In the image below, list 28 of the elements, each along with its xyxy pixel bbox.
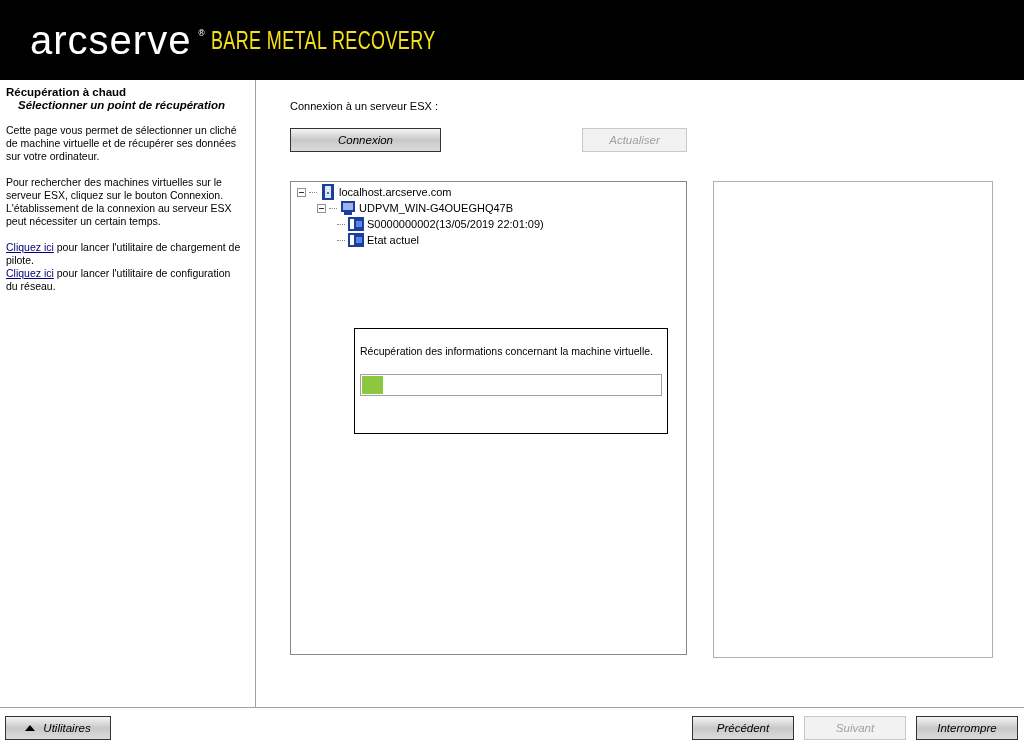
sidebar-subtitle: Sélectionner un point de récupération (17, 99, 227, 112)
help-text: Cliquez ici pour lancer l'utilitaire de configuration du réseau. (6, 267, 232, 293)
wizard-nav-button[interactable]: Interrompre (916, 716, 1018, 740)
server-icon (320, 184, 336, 200)
registered-mark: ® (197, 28, 206, 38)
connect-label: Connexion à un serveur ESX : (290, 100, 439, 112)
click-here-link[interactable]: Cliquez ici (6, 241, 54, 253)
tree-item-label[interactable]: S0000000002(13/05/2019 22:01:09) (367, 218, 544, 230)
utilities-button[interactable]: Utilitaires (5, 716, 111, 740)
collapse-toggle-icon[interactable] (297, 187, 306, 197)
caret-up-icon (25, 725, 36, 731)
connect-button[interactable]: Connexion (290, 128, 441, 152)
help-text: Cliquez ici pour lancer l'utilitaire de chargement de pilote. (6, 241, 241, 267)
tree-item-label[interactable]: Etat actuel (367, 234, 419, 246)
product-name: BARE METAL RECOVERY (211, 25, 436, 55)
snapshot-icon (348, 216, 364, 232)
help-text: Cette page vous permet de sélectionner un cliché de machine virtuelle et de récupérer ses données sur votre ordinateur. (6, 124, 238, 163)
monitor-icon (340, 200, 356, 216)
brand-logo: arcserve (30, 17, 192, 63)
collapse-toggle-icon[interactable] (317, 203, 326, 213)
tree-item-label[interactable]: localhost.arcserve.com (339, 186, 452, 198)
sidebar-title: Récupération à chaud (6, 86, 128, 99)
help-text: Pour rechercher des machines virtuelles sur le serveur ESX, cliquez sur le bouton Connexion. L'établissement de la connexion au serveur ESX peut nécessiter un certain temps. (6, 176, 233, 228)
tree-item-label[interactable]: UDPVM_WIN-G4OUEGHQ47B (359, 202, 514, 214)
click-here-link[interactable]: Cliquez ici (6, 267, 54, 279)
progress-message: Récupération des informations concernant la machine virtuelle. (360, 345, 654, 357)
wizard-nav-button[interactable]: Précédent (692, 716, 794, 740)
snapshot-icon (348, 232, 364, 248)
